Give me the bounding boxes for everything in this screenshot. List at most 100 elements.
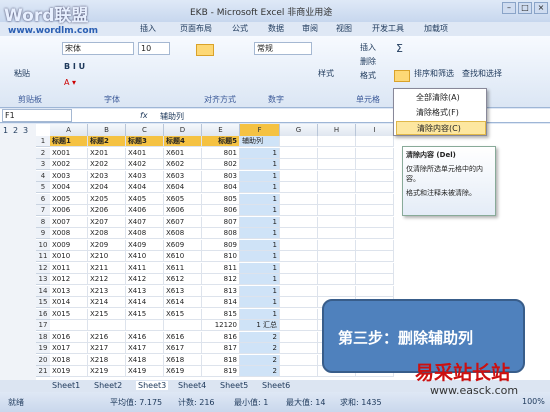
table-cell[interactable]: [356, 205, 394, 216]
tab-addins[interactable]: 加载项: [424, 23, 448, 34]
table-cell[interactable]: X618: [164, 354, 202, 366]
row-header[interactable]: 11: [36, 251, 50, 262]
table-cell[interactable]: X006: [50, 205, 88, 216]
table-cell[interactable]: [280, 170, 318, 182]
table-cell[interactable]: 标题2: [88, 136, 126, 147]
table-cell[interactable]: [280, 285, 318, 297]
table-cell[interactable]: [318, 205, 356, 216]
table-cell[interactable]: X011: [50, 262, 88, 274]
insert-cells-button[interactable]: 插入: [360, 42, 376, 53]
table-cell[interactable]: X616: [164, 331, 202, 343]
table-cell[interactable]: X009: [50, 239, 88, 251]
table-cell[interactable]: X212: [88, 274, 126, 285]
table-cell[interactable]: 2: [240, 354, 280, 366]
table-cell[interactable]: X018: [50, 354, 88, 366]
table-cell[interactable]: [356, 274, 394, 285]
table-cell[interactable]: [280, 205, 318, 216]
table-cell[interactable]: X015: [50, 308, 88, 320]
table-cell[interactable]: X404: [126, 182, 164, 193]
table-cell[interactable]: X001: [50, 147, 88, 159]
table-cell[interactable]: X204: [88, 182, 126, 193]
tab-data[interactable]: 数据: [268, 23, 284, 34]
delete-cells-button[interactable]: 删除: [360, 56, 376, 67]
table-cell[interactable]: [318, 228, 356, 239]
table-cell[interactable]: [318, 262, 356, 274]
column-header[interactable]: B: [88, 124, 126, 136]
formula-input[interactable]: 辅助列: [160, 111, 184, 122]
table-cell[interactable]: X601: [164, 147, 202, 159]
table-cell[interactable]: X019: [50, 366, 88, 377]
table-cell[interactable]: 811: [202, 262, 240, 274]
table-cell[interactable]: [280, 343, 318, 354]
table-cell[interactable]: [356, 251, 394, 262]
table-cell[interactable]: X217: [88, 343, 126, 354]
table-cell[interactable]: X014: [50, 297, 88, 308]
format-cells-button[interactable]: 格式: [360, 70, 376, 81]
table-cell[interactable]: [356, 239, 394, 251]
table-cell[interactable]: 1: [240, 239, 280, 251]
table-cell[interactable]: [280, 320, 318, 331]
table-cell[interactable]: 1: [240, 274, 280, 285]
table-cell[interactable]: X017: [50, 343, 88, 354]
table-cell[interactable]: X214: [88, 297, 126, 308]
row-header[interactable]: 13: [36, 274, 50, 285]
table-cell[interactable]: X411: [126, 262, 164, 274]
row-header[interactable]: 14: [36, 285, 50, 297]
table-cell[interactable]: [280, 182, 318, 193]
table-cell[interactable]: X012: [50, 274, 88, 285]
table-cell[interactable]: [126, 320, 164, 331]
table-cell[interactable]: 1 汇总: [240, 320, 280, 331]
table-cell[interactable]: X402: [126, 159, 164, 170]
table-cell[interactable]: 标题4: [164, 136, 202, 147]
table-cell[interactable]: 1: [240, 147, 280, 159]
table-cell[interactable]: [356, 228, 394, 239]
table-cell[interactable]: 辅助列: [240, 136, 280, 147]
row-header[interactable]: 19: [36, 343, 50, 354]
tab-page-layout[interactable]: 页面布局: [180, 23, 212, 34]
table-cell[interactable]: 808: [202, 228, 240, 239]
table-cell[interactable]: [280, 366, 318, 377]
paste-button[interactable]: 粘贴: [14, 68, 30, 79]
table-cell[interactable]: X401: [126, 147, 164, 159]
table-cell[interactable]: X615: [164, 308, 202, 320]
table-cell[interactable]: [318, 147, 356, 159]
table-cell[interactable]: X409: [126, 239, 164, 251]
table-cell[interactable]: X414: [126, 297, 164, 308]
table-cell[interactable]: X004: [50, 182, 88, 193]
column-header[interactable]: C: [126, 124, 164, 136]
close-button[interactable]: ×: [534, 2, 548, 14]
table-cell[interactable]: X603: [164, 170, 202, 182]
column-header[interactable]: G: [280, 124, 318, 136]
table-cell[interactable]: [356, 170, 394, 182]
number-format-select[interactable]: 常规: [254, 42, 312, 55]
table-cell[interactable]: X211: [88, 262, 126, 274]
outline-level-3[interactable]: 3: [23, 126, 28, 135]
column-header[interactable]: D: [164, 124, 202, 136]
table-cell[interactable]: 2: [240, 331, 280, 343]
row-header[interactable]: 3: [36, 159, 50, 170]
table-cell[interactable]: X610: [164, 251, 202, 262]
row-header[interactable]: 2: [36, 147, 50, 159]
clear-icon[interactable]: [394, 70, 410, 82]
table-cell[interactable]: 1: [240, 159, 280, 170]
menu-clear-contents[interactable]: 清除内容(C): [396, 121, 486, 135]
tab-insert[interactable]: 插入: [140, 23, 156, 34]
table-cell[interactable]: [318, 274, 356, 285]
table-cell[interactable]: X016: [50, 331, 88, 343]
row-header[interactable]: 9: [36, 228, 50, 239]
table-cell[interactable]: 1: [240, 170, 280, 182]
column-header[interactable]: A: [50, 124, 88, 136]
table-cell[interactable]: X013: [50, 285, 88, 297]
table-cell[interactable]: 标题5: [202, 136, 240, 147]
table-cell[interactable]: X002: [50, 159, 88, 170]
table-cell[interactable]: X608: [164, 228, 202, 239]
table-cell[interactable]: [280, 308, 318, 320]
bold-button[interactable]: B I U: [64, 62, 85, 71]
table-cell[interactable]: X219: [88, 366, 126, 377]
row-header[interactable]: 15: [36, 297, 50, 308]
table-cell[interactable]: X410: [126, 251, 164, 262]
find-select-button[interactable]: 查找和选择: [462, 68, 502, 79]
row-header[interactable]: 4: [36, 170, 50, 182]
table-cell[interactable]: 803: [202, 170, 240, 182]
row-header[interactable]: 6: [36, 193, 50, 205]
